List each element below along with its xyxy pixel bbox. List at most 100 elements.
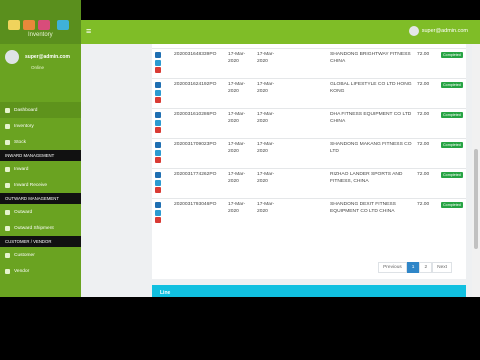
avatar [5, 50, 19, 64]
sidebar-item-label: Customer [14, 252, 35, 258]
view-icon[interactable] [155, 179, 161, 186]
stock-icon [5, 139, 10, 145]
vendor-icon [5, 268, 10, 274]
table-row: 2020031648339PO 17-Mar-2020 17-Mar-2020 SHA… [152, 48, 466, 79]
sidebar-item-dashboard[interactable]: Dashboard [0, 102, 81, 118]
brand-logo [8, 20, 69, 30]
edit-icon[interactable] [155, 172, 161, 178]
edit-icon[interactable] [155, 112, 161, 118]
status-badge: Completed [441, 52, 463, 58]
table-row: 2020031774262PO 17-Mar-2020 17-Mar-2020 RIZ… [152, 168, 466, 199]
amount: 72.00 [417, 172, 430, 177]
sidebar-section-header: INWARD MANAGEMENT [0, 150, 81, 161]
po-date: 17-Mar-2020 [228, 142, 246, 154]
scrollbar-thumb[interactable] [474, 149, 478, 249]
main-content: 2020031648339PO 17-Mar-2020 17-Mar-2020 SHA… [81, 44, 480, 297]
edit-icon[interactable] [155, 52, 161, 58]
row-actions [155, 172, 161, 193]
po-number: 2020031793046PO [174, 202, 217, 207]
row-actions [155, 112, 161, 133]
delete-icon[interactable] [155, 127, 161, 133]
edit-icon[interactable] [155, 142, 161, 148]
logo-tile-icon [8, 20, 20, 30]
navbar: ≡ super@admin.com [81, 20, 480, 44]
edit-icon[interactable] [155, 202, 161, 208]
sidebar-item-inward-receive[interactable]: Inward Receive [0, 177, 81, 193]
sidebar-item-inventory[interactable]: Inventory [0, 118, 81, 134]
view-icon[interactable] [155, 149, 161, 156]
user-email: super@admin.com [421, 28, 468, 34]
view-icon[interactable] [155, 89, 161, 96]
hamburger-icon[interactable]: ≡ [86, 27, 91, 36]
supplier-name: GLOBAL LIFESTYLE CO LTD HONG KONG [330, 82, 412, 94]
po-date: 17-Mar-2020 [228, 82, 246, 94]
amount: 72.00 [417, 82, 430, 87]
pagination-page-1[interactable]: 1 [406, 262, 420, 273]
amount: 72.00 [417, 52, 430, 57]
logo-tile-icon [38, 20, 50, 30]
inward-icon [5, 166, 10, 172]
pagination-next[interactable]: Next [432, 262, 452, 273]
sidebar-item-outward[interactable]: Outward [0, 204, 81, 220]
sidebar-item-label: Stock [14, 139, 26, 145]
sidebar-profile: super@admin.com Online [0, 44, 81, 102]
status-badge: Completed [441, 142, 463, 148]
box-icon [5, 123, 10, 129]
pagination-page-2[interactable]: 2 [419, 262, 433, 273]
logo-tile-icon [23, 20, 35, 30]
sidebar-item-stock[interactable]: Stock [0, 134, 81, 150]
profile-status: Online [31, 65, 45, 70]
po-date: 17-Mar-2020 [228, 52, 246, 64]
delete-icon[interactable] [155, 187, 161, 193]
sidebar-section-header: CUSTOMER / VENDOR [0, 236, 81, 247]
view-icon[interactable] [155, 209, 161, 216]
sidebar-item-customer[interactable]: Customer [0, 247, 81, 263]
status-badge: Completed [441, 202, 463, 208]
outward-icon [5, 209, 10, 215]
pagination-previous[interactable]: Previous [378, 262, 407, 273]
edit-icon[interactable] [155, 82, 161, 88]
table-row: 2020031610286PO 17-Mar-2020 17-Mar-2020 DHA… [152, 108, 466, 139]
top-bar: Inventory ≡ super@admin.com [0, 0, 480, 44]
sidebar-menu: Dashboard Inventory Stock INWARD MANAGEMENT… [0, 102, 81, 279]
delete-icon[interactable] [155, 217, 161, 223]
sidebar-item-vendor[interactable]: Vendor [0, 263, 81, 279]
line-chart-header: Line [152, 285, 466, 297]
receive-date: 17-Mar-2020 [257, 82, 275, 94]
user-menu[interactable]: super@admin.com [408, 26, 468, 36]
po-date: 17-Mar-2020 [228, 112, 246, 124]
sidebar-item-inward[interactable]: Inward [0, 161, 81, 177]
view-icon[interactable] [155, 59, 161, 66]
supplier-name: DHA FITNESS EQUIPMENT CO LTD CHINA [330, 112, 412, 124]
po-number: 2020031709023PO [174, 142, 217, 147]
delete-icon[interactable] [155, 157, 161, 163]
shipment-icon [5, 225, 10, 231]
receive-date: 17-Mar-2020 [257, 112, 275, 124]
receive-date: 17-Mar-2020 [257, 52, 275, 64]
table-row: 2020031624192PO 17-Mar-2020 17-Mar-2020 GLO… [152, 78, 466, 109]
sidebar-item-label: Outward [14, 209, 33, 215]
receive-icon [5, 182, 10, 188]
amount: 72.00 [417, 112, 430, 117]
delete-icon[interactable] [155, 67, 161, 73]
sidebar-item-label: Inward [14, 166, 29, 172]
status-badge: Completed [441, 112, 463, 118]
delete-icon[interactable] [155, 97, 161, 103]
view-icon[interactable] [155, 119, 161, 126]
scrollbar[interactable] [472, 44, 480, 297]
row-actions [155, 202, 161, 223]
po-number: 2020031624192PO [174, 82, 217, 87]
sidebar-item-label: Vendor [14, 268, 30, 274]
receive-date: 17-Mar-2020 [257, 172, 275, 184]
letterbox-bottom [0, 297, 480, 360]
po-number: 2020031774262PO [174, 172, 217, 177]
logo-tile-icon [57, 20, 69, 30]
sidebar-item-label: Inward Receive [14, 182, 48, 188]
po-date: 17-Mar-2020 [228, 202, 246, 214]
po-date: 17-Mar-2020 [228, 172, 246, 184]
sidebar-item-outward-shipment[interactable]: Outward Shipment [0, 220, 81, 236]
supplier-name: SHANDONG BRIGHTWAY FITNESS CHINA [330, 52, 411, 64]
table-row: 2020031793046PO 17-Mar-2020 17-Mar-2020 SHA… [152, 198, 466, 229]
status-badge: Completed [441, 172, 463, 178]
row-actions [155, 142, 161, 163]
